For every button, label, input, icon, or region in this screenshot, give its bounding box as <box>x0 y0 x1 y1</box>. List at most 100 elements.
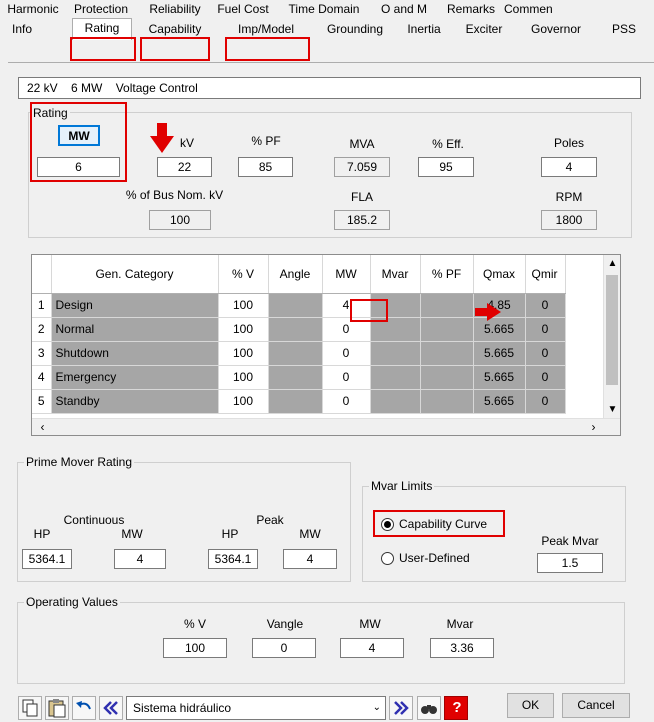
ok-button[interactable]: OK <box>507 693 554 718</box>
cell-mw[interactable]: 0 <box>322 389 371 414</box>
cell-angle <box>268 365 323 390</box>
cell-percent-pf <box>420 341 474 366</box>
paste-button[interactable] <box>45 696 69 720</box>
highlight-capability-tab <box>140 37 210 61</box>
scroll-left-icon[interactable]: ‹ <box>34 419 51 435</box>
poles-label: Poles <box>553 136 585 150</box>
peak-mw-label: MW <box>299 527 321 541</box>
help-button[interactable]: ? <box>444 696 468 720</box>
continuous-mw-field[interactable]: 4 <box>114 549 166 569</box>
rated-pf-field[interactable]: 85 <box>238 157 293 177</box>
rated-mw-field[interactable]: 6 <box>37 157 120 177</box>
header-mw: MW <box>322 255 371 294</box>
continuous-label: Continuous <box>63 513 125 527</box>
undo-icon <box>76 701 91 710</box>
tab-grounding[interactable]: Grounding <box>318 20 392 40</box>
capability-curve-radio[interactable] <box>381 518 394 531</box>
cell-category: Standby <box>51 389 219 414</box>
tab-fuel-cost[interactable]: Fuel Cost <box>212 0 274 20</box>
next-button[interactable] <box>389 696 413 720</box>
cell-percent-pf <box>420 365 474 390</box>
operating-mw-field[interactable]: 4 <box>340 638 404 658</box>
mw-unit-button[interactable]: MW <box>58 125 100 146</box>
cell-mw[interactable]: 0 <box>322 341 371 366</box>
tab-comments[interactable]: Commen <box>504 0 584 20</box>
tab-info[interactable]: Info <box>2 20 42 40</box>
bus-nominal-field: 100 <box>149 210 211 230</box>
binoculars-icon <box>421 705 437 714</box>
cell-percent-v[interactable]: 100 <box>218 341 269 366</box>
cell-mw[interactable]: 0 <box>322 317 371 342</box>
cell-qmin: 0 <box>525 341 566 366</box>
peak-mvar-field[interactable]: 1.5 <box>537 553 603 573</box>
grid-horizontal-scrollbar[interactable]: ‹ › <box>32 418 620 435</box>
poles-field[interactable]: 4 <box>541 157 597 177</box>
user-defined-radio[interactable] <box>381 552 394 565</box>
efficiency-field[interactable]: 95 <box>418 157 474 177</box>
pf-label: % PF <box>251 134 281 148</box>
tab-pss[interactable]: PSS <box>604 20 644 40</box>
operating-mvar-field[interactable]: 3.36 <box>430 638 494 658</box>
cell-qmin: 0 <box>525 293 566 318</box>
copy-button[interactable] <box>18 696 42 720</box>
user-defined-label[interactable]: User-Defined <box>399 551 470 565</box>
tab-governor[interactable]: Governor <box>520 20 592 40</box>
cell-percent-v[interactable]: 100 <box>218 365 269 390</box>
table-row[interactable]: 3 Shutdown 100 0 5.665 0 <box>32 341 566 366</box>
cell-mw[interactable]: 0 <box>322 365 371 390</box>
rated-kv-field[interactable]: 22 <box>157 157 212 177</box>
header-percent-pf: % PF <box>420 255 474 294</box>
cell-qmax: 5.665 <box>473 389 526 414</box>
peak-mw-field[interactable]: 4 <box>283 549 337 569</box>
scroll-thumb[interactable] <box>606 275 618 385</box>
header-percent-v: % V <box>218 255 269 294</box>
copy-icon <box>22 699 38 717</box>
capability-curve-label[interactable]: Capability Curve <box>399 517 487 531</box>
peak-hp-label: HP <box>221 527 239 541</box>
red-right-arrow-icon <box>475 303 501 321</box>
undo-button[interactable] <box>72 696 96 720</box>
find-button[interactable] <box>417 696 441 720</box>
tab-inertia[interactable]: Inertia <box>396 20 452 40</box>
cell-qmin: 0 <box>525 365 566 390</box>
cell-percent-v[interactable]: 100 <box>218 389 269 414</box>
header-qmax: Qmax <box>473 255 526 294</box>
cell-mvar <box>370 341 421 366</box>
bus-nominal-label: % of Bus Nom. kV <box>125 188 224 202</box>
cell-mw[interactable]: 4 <box>322 293 371 318</box>
tab-imp-model[interactable]: Imp/Model <box>226 20 306 40</box>
tab-row-front: Info Rating Capability Imp/Model Groundi… <box>0 18 654 40</box>
tab-exciter[interactable]: Exciter <box>456 20 512 40</box>
previous-button[interactable] <box>99 696 123 720</box>
tab-remarks[interactable]: Remarks <box>440 0 502 20</box>
grid-vertical-scrollbar[interactable]: ▲ ▼ <box>603 255 620 418</box>
tab-reliability[interactable]: Reliability <box>142 0 208 20</box>
tab-harmonic[interactable]: Harmonic <box>4 0 62 20</box>
library-dropdown[interactable]: Sistema hidráulico ⌄ <box>126 696 386 720</box>
scroll-right-icon[interactable]: › <box>585 419 602 435</box>
peak-label: Peak <box>256 513 284 527</box>
cell-percent-pf <box>420 293 474 318</box>
continuous-hp-field[interactable]: 5364.1 <box>22 549 72 569</box>
cell-mvar <box>370 293 421 318</box>
operating-v-field[interactable]: 100 <box>163 638 227 658</box>
grid-corner <box>32 255 52 294</box>
table-row[interactable]: 4 Emergency 100 0 5.665 0 <box>32 365 566 390</box>
peak-hp-field[interactable]: 5364.1 <box>208 549 258 569</box>
operating-vangle-field[interactable]: 0 <box>252 638 316 658</box>
table-row[interactable]: 5 Standby 100 0 5.665 0 <box>32 389 566 414</box>
scroll-down-icon[interactable]: ▼ <box>604 401 620 418</box>
tab-protection[interactable]: Protection <box>66 0 136 20</box>
tab-capability[interactable]: Capability <box>142 20 208 40</box>
cell-mvar <box>370 389 421 414</box>
tab-rating[interactable]: Rating <box>72 18 132 40</box>
cell-percent-v[interactable]: 100 <box>218 293 269 318</box>
fla-label: FLA <box>350 190 373 204</box>
scroll-up-icon[interactable]: ▲ <box>604 255 620 272</box>
tab-time-domain[interactable]: Time Domain <box>280 0 368 20</box>
summary-mode: Voltage Control <box>115 81 198 95</box>
tab-divider <box>8 62 654 63</box>
cancel-button[interactable]: Cancel <box>562 693 630 718</box>
cell-percent-v[interactable]: 100 <box>218 317 269 342</box>
tab-o-and-m[interactable]: O and M <box>374 0 434 20</box>
